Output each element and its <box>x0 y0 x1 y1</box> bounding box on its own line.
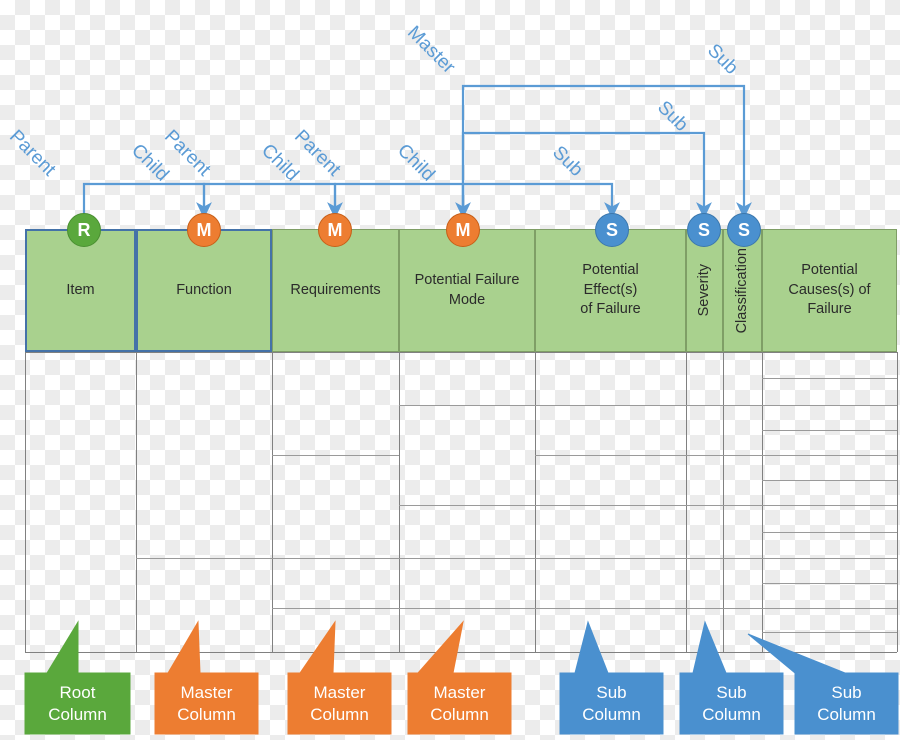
badge-severity[interactable]: S <box>687 213 721 247</box>
badge-effects[interactable]: S <box>595 213 629 247</box>
badge-failure-mode[interactable]: M <box>446 213 480 247</box>
callout-root-item-shape[interactable] <box>24 620 131 735</box>
callout-master-requirements-shape[interactable] <box>287 620 392 735</box>
badge-item[interactable]: R <box>67 213 101 247</box>
diagram-canvas: Item Function Requirements Potential Failur… <box>0 0 900 740</box>
callout-sub-severity-shape[interactable] <box>679 620 784 735</box>
callout-master-failure-mode-shape[interactable] <box>407 620 512 735</box>
callout-master-function-shape[interactable] <box>154 620 259 735</box>
badge-requirements[interactable]: M <box>318 213 352 247</box>
callout-sub-effects-shape[interactable] <box>559 620 664 735</box>
badge-function[interactable]: M <box>187 213 221 247</box>
callout-shapes <box>24 620 899 735</box>
badge-classification[interactable]: S <box>727 213 761 247</box>
